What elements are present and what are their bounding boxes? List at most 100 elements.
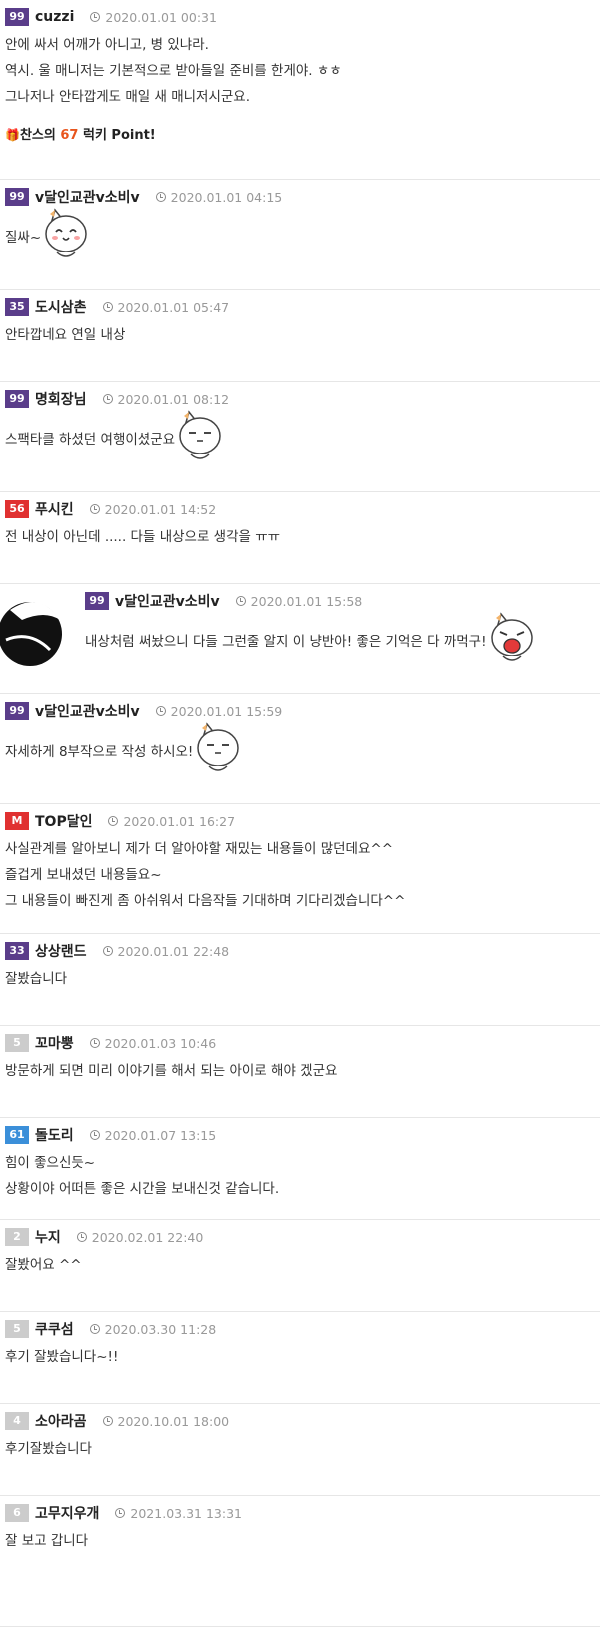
- comment-text-line: 후기 잘봤습니다~!!: [5, 1349, 119, 1365]
- comment-date-text: 2020.01.01 22:48: [117, 943, 230, 959]
- author-nickname[interactable]: v달인교관v소비v: [35, 701, 140, 721]
- comment-date: 2020.01.07 13:15: [89, 1127, 217, 1143]
- author-nickname[interactable]: 고무지우개: [35, 1503, 99, 1523]
- author-nickname[interactable]: 누지: [35, 1227, 61, 1247]
- comment-date-text: 2020.01.01 08:12: [117, 391, 230, 407]
- clock-icon: [89, 1038, 100, 1048]
- comment-header: 99 v달인교관v소비v 2020.01.01 04:15: [5, 188, 282, 206]
- comment-list: 99 cuzzi 2020.01.01 00:31 안에 싸서 어깨가 아니고, 병 …: [0, 0, 600, 1627]
- comment-body: 자세하게 8부작으로 작성 하시오!: [5, 721, 243, 780]
- comment-date-text: 2020.01.01 15:59: [170, 703, 283, 719]
- comment-body: 전 내상이 아닌데 ..... 다들 내상으로 생각을 ㅠㅠ: [5, 524, 280, 550]
- comment-item: 99 v달인교관v소비v 2020.01.01 15:59 자세하게 8부작으로 작성…: [0, 694, 600, 804]
- comment-body: 후기잘봤습니다: [5, 1436, 92, 1462]
- author-nickname[interactable]: 푸시킨: [35, 499, 74, 519]
- comment-date-text: 2020.01.01 14:52: [104, 501, 217, 517]
- comment-text-line: 그 내용들이 빠진게 좀 아쉬워서 다음작들 기대하며 기다리겠습니다^^: [5, 893, 406, 909]
- comment-item: 6 고무지우개 2021.03.31 13:31 잘 보고 갑니다: [0, 1496, 600, 1627]
- comment-item: 99 v달인교관v소비v 2020.01.01 15:58 내상처럼 써놨으니 다들 …: [0, 584, 600, 694]
- comment-text-line: 내상처럼 써놨으니 다들 그런줄 알지 이 냥반아! 좋은 기억은 다 까먹구!: [85, 611, 537, 670]
- comment-date: 2020.01.01 14:52: [89, 501, 217, 517]
- comment-date-text: 2020.01.07 13:15: [104, 1127, 217, 1143]
- comment-text-line: 잘봤어요 ^^: [5, 1257, 82, 1273]
- clock-icon: [89, 504, 100, 514]
- comment-header: 33 상상랜드 2020.01.01 22:48: [5, 942, 229, 960]
- comment-body: 내상처럼 써놨으니 다들 그런줄 알지 이 냥반아! 좋은 기억은 다 까먹구!: [85, 611, 537, 670]
- comment-date-text: 2020.02.01 22:40: [91, 1229, 204, 1245]
- comment-item: 61 돌도리 2020.01.07 13:15 힘이 좋으신듯~ 상황이야 어떠튼 좋은…: [0, 1118, 600, 1220]
- comment-item: 99 명회장님 2020.01.01 08:12 스팩타클 하셨던 여행이셨군요: [0, 382, 600, 492]
- comment-text-line: 스팩타클 하셨던 여행이셨군요: [5, 409, 225, 468]
- comment-date: 2020.01.01 05:47: [102, 300, 229, 315]
- level-badge: 61: [5, 1126, 29, 1144]
- comment-body: 사실관계를 알아보니 제가 더 알아야할 재밌는 내용들이 많던데요^^ 즐겁게 …: [5, 836, 405, 914]
- comment-body: 잘 보고 갑니다: [5, 1528, 88, 1554]
- author-nickname[interactable]: 명회장님: [35, 389, 87, 409]
- author-nickname[interactable]: v달인교관v소비v: [35, 187, 140, 207]
- level-badge: 99: [5, 188, 29, 206]
- comment-body: 잘봤습니다: [5, 966, 67, 992]
- comment-body: 잘봤어요 ^^: [5, 1252, 82, 1278]
- comment-date: 2020.01.01 08:12: [102, 391, 230, 407]
- comment-text-line: 질싸~: [5, 207, 91, 266]
- comment-item: 56 푸시킨 2020.01.01 14:52 전 내상이 아닌데 ..... 다들 …: [0, 492, 600, 584]
- comment-body: 질싸~: [5, 207, 91, 266]
- author-nickname[interactable]: v달인교관v소비v: [115, 591, 220, 611]
- comment-text-line: 후기잘봤습니다: [5, 1441, 92, 1457]
- clock-icon: [155, 706, 166, 716]
- comment-body: 힘이 좋으신듯~ 상황이야 어떠튼 좋은 시간을 보내신것 같습니다.: [5, 1150, 279, 1202]
- comment-date: 2020.01.01 22:48: [102, 943, 230, 959]
- comment-header: 2 누지 2020.02.01 22:40: [5, 1228, 203, 1246]
- lucky-point-prefix: 찬스의: [19, 128, 61, 143]
- comment-header: M TOP달인 2020.01.01 16:27: [5, 812, 235, 830]
- author-nickname[interactable]: 상상랜드: [35, 941, 87, 961]
- author-nickname[interactable]: 도시삼촌: [35, 297, 87, 317]
- comment-text-line: 사실관계를 알아보니 제가 더 알아야할 재밌는 내용들이 많던데요^^: [5, 841, 394, 857]
- comment-body: 스팩타클 하셨던 여행이셨군요: [5, 409, 225, 468]
- level-badge: 99: [5, 8, 29, 26]
- level-badge: 99: [5, 390, 29, 408]
- level-badge: 56: [5, 500, 29, 518]
- comment-text-line: 안타깝네요 연일 내상: [5, 327, 126, 343]
- comment-date: 2020.01.01 00:31: [90, 10, 217, 25]
- comment-item: 5 꼬마뿡 2020.01.03 10:46 방문하게 되면 미리 이야기를 해서 되…: [0, 1026, 600, 1118]
- author-nickname[interactable]: 돌도리: [35, 1125, 74, 1145]
- comment-header: 99 cuzzi 2020.01.01 00:31: [5, 8, 217, 26]
- clock-icon: [102, 946, 113, 956]
- avatar: [0, 590, 72, 674]
- comment-date-text: 2020.01.03 10:46: [104, 1035, 217, 1051]
- clock-icon: [90, 12, 101, 22]
- level-badge: 2: [5, 1228, 29, 1246]
- author-nickname[interactable]: 소아라곰: [35, 1411, 87, 1431]
- comment-header: 61 돌도리 2020.01.07 13:15: [5, 1126, 216, 1144]
- cat-emoticon-shout-icon: [487, 610, 537, 675]
- comment-header: 5 쿠쿠섬 2020.03.30 11:28: [5, 1320, 216, 1338]
- comment-date: 2020.01.01 15:59: [155, 703, 283, 719]
- comment-text-line: 자세하게 8부작으로 작성 하시오!: [5, 721, 243, 780]
- author-nickname[interactable]: cuzzi: [35, 9, 74, 25]
- level-badge: 4: [5, 1412, 29, 1430]
- comment-body: 방문하게 되면 미리 이야기를 해서 되는 아이로 해야 겠군요: [5, 1058, 337, 1084]
- comment-body: 안에 싸서 어깨가 아니고, 병 있냐라. 역시. 울 매니저는 기본적으로 받아…: [5, 32, 342, 110]
- lucky-point-number: 67: [60, 128, 79, 143]
- comment-header: 99 v달인교관v소비v 2020.01.01 15:59: [5, 702, 282, 720]
- clock-icon: [155, 192, 166, 202]
- clock-icon: [115, 1508, 126, 1518]
- comment-header: 4 소아라곰 2020.10.01 18:00: [5, 1412, 229, 1430]
- level-badge: 5: [5, 1320, 29, 1338]
- author-nickname[interactable]: 꼬마뿡: [35, 1033, 74, 1053]
- level-badge: 6: [5, 1504, 29, 1522]
- clock-icon: [89, 1324, 100, 1334]
- comment-date: 2020.03.30 11:28: [89, 1322, 216, 1337]
- comment-header: 5 꼬마뿡 2020.01.03 10:46: [5, 1034, 216, 1052]
- comment-date: 2020.10.01 18:00: [102, 1414, 229, 1429]
- comment-item: 4 소아라곰 2020.10.01 18:00 후기잘봤습니다: [0, 1404, 600, 1496]
- comment-text-line: 전 내상이 아닌데 ..... 다들 내상으로 생각을 ㅠㅠ: [5, 529, 281, 545]
- author-nickname[interactable]: 쿠쿠섬: [35, 1319, 74, 1339]
- level-badge: 35: [5, 298, 29, 316]
- comment-text-line: 즐겁게 보내셨던 내용들요~: [5, 867, 162, 883]
- clock-icon: [102, 394, 113, 404]
- author-nickname[interactable]: TOP달인: [35, 811, 92, 831]
- comment-text-line: 힘이 좋으신듯~: [5, 1155, 96, 1171]
- comment-date: 2020.01.01 16:27: [108, 814, 235, 829]
